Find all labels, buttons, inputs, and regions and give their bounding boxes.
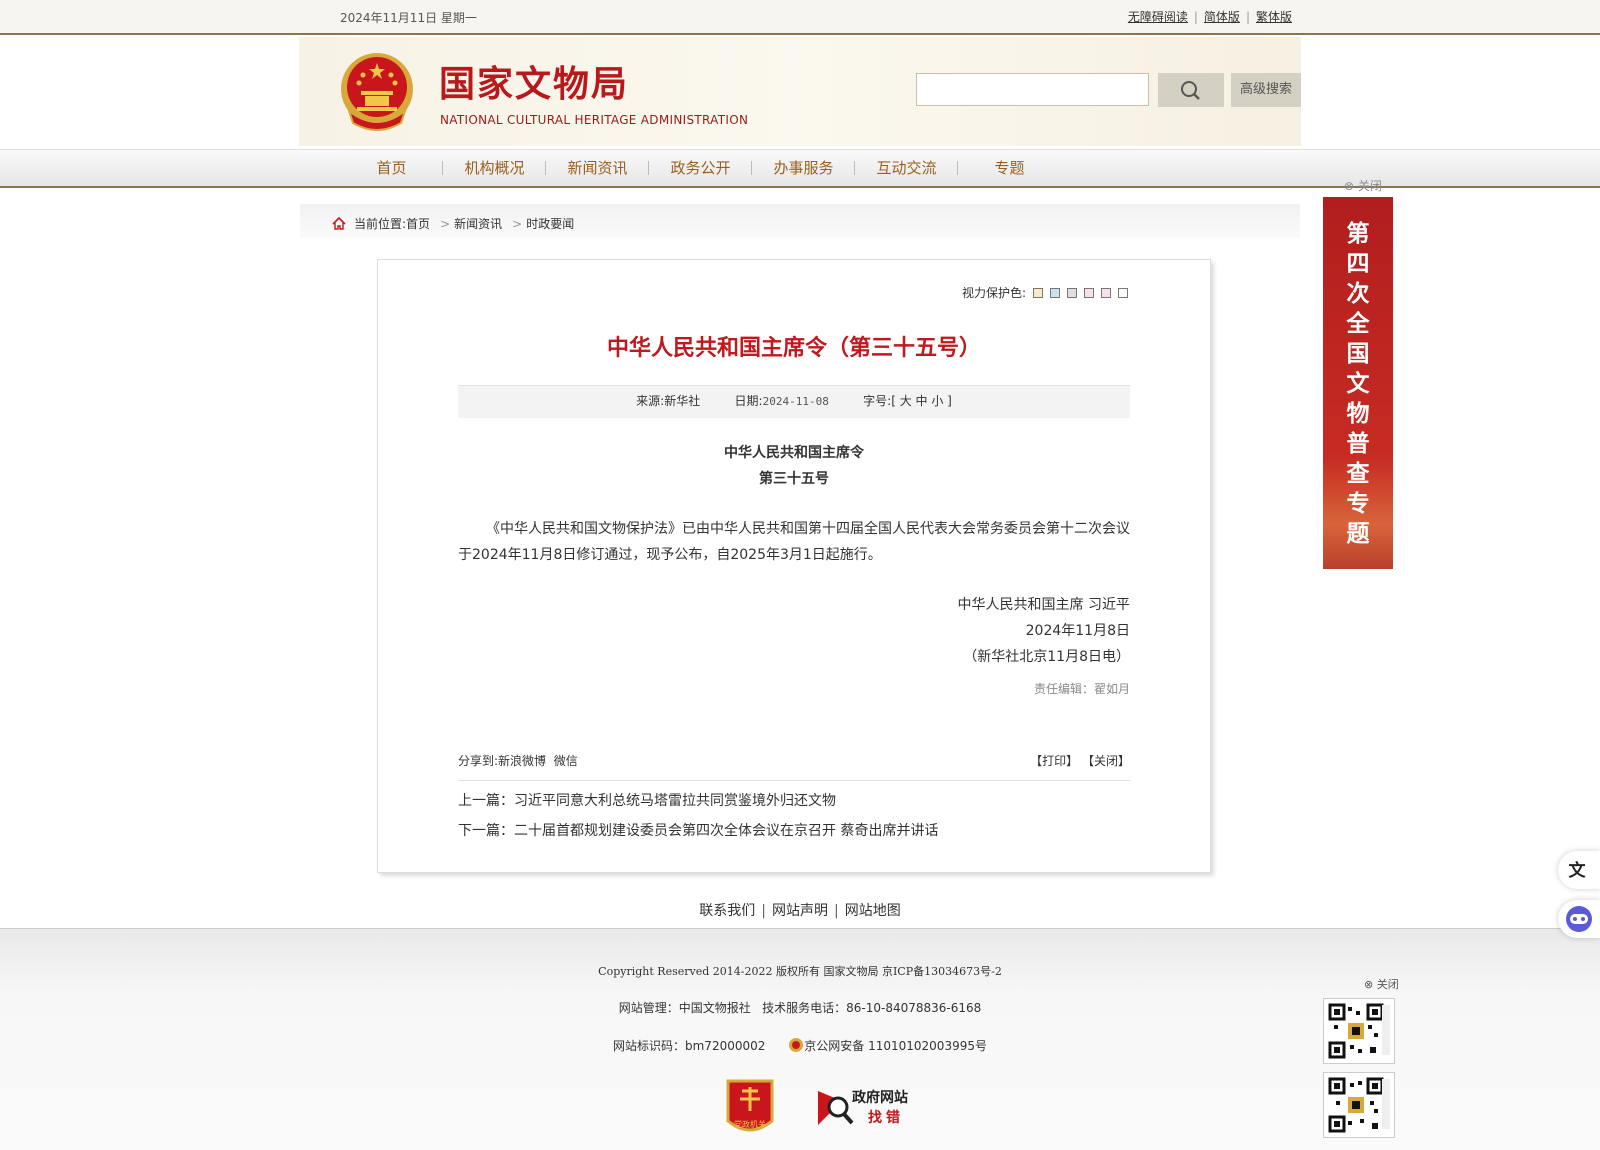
assistant-button[interactable] [1558,900,1600,938]
current-date: 2024年11月11日 星期一 [340,11,477,25]
accessible-reading-link[interactable]: 无障碍阅读 [1128,10,1188,24]
source-value: 新华社 [664,394,701,408]
search-icon [1181,81,1200,100]
party-badge-text: 党政机关 [734,1119,766,1129]
signature-name: 中华人民共和国主席 习近平 [957,597,1130,613]
nav-item[interactable]: 新闻资讯 [546,150,649,186]
date-value: 2024-11-08 [762,395,829,408]
sitemap-link[interactable]: 网站地图 [845,903,901,919]
share-weibo[interactable]: 新浪微博 [498,754,546,768]
vision-label: 视力保护色: [961,286,1026,300]
search-button[interactable] [1158,73,1224,107]
site-id: 网站标识码：bm72000002 [613,1039,766,1053]
qr-code-1 [1323,998,1395,1064]
share-label: 分享到: [458,754,499,768]
next-label: 下一篇： [458,823,514,839]
article-meta: 来源:新华社 日期:2024-11-08 字号:[ 大 中 小 ] [458,385,1130,418]
error-subtitle: 找错 [868,1110,904,1126]
chatbot-icon [1566,906,1592,932]
next-article-link[interactable]: 二十届首都规划建设委员会第四次全体会议在京召开 蔡奇出席并讲话 [514,823,938,839]
police-badge-icon [789,1038,804,1052]
qr-code-2 [1323,1072,1395,1138]
error-title: 政府网站 [852,1090,908,1106]
site-name[interactable]: 国家文物局 [439,55,629,107]
statement-link[interactable]: 网站声明 [772,903,828,919]
responsible-editor: 责任编辑：翟如月 [1033,682,1130,696]
prev-article-link[interactable]: 习近平同意大利总统马塔雷拉共同赏鉴境外归还文物 [514,793,836,809]
top-bar: 2024年11月11日 星期一 无障碍阅读 | 简体版 | 繁体版 [0,0,1600,35]
translate-icon: 文 [1569,860,1587,881]
gov-site-error-report[interactable]: 政府网站 找错 [816,1085,916,1131]
print-button[interactable]: 【打印】 [1030,754,1078,768]
footer-links: 联系我们 | 网站声明 | 网站地图 [699,903,901,919]
article-body: 《中华人民共和国文物保护法》已由中华人民共和国第十四届全国人民代表大会常务委员会… [458,521,1130,563]
translate-button[interactable]: 文 [1558,851,1600,889]
banner-text: 第四次全国文物普查专题 [1346,221,1370,547]
vision-color-swatch[interactable] [1050,287,1060,298]
nav-item[interactable]: 政务公开 [649,150,752,186]
font-size-options[interactable]: [ 大 中 小 ] [891,394,952,408]
nav-item[interactable]: 首页 [340,150,443,186]
nav-item[interactable]: 专题 [958,150,1061,186]
source-label: 来源: [636,394,665,408]
vision-color-swatch[interactable] [1084,287,1094,298]
signature-date: 2024年11月8日 [1025,623,1130,639]
breadcrumb-home[interactable]: 首页 [406,217,430,231]
service-phone: 技术服务电话：86-10-84078836-6168 [762,1001,982,1015]
vision-color-swatch[interactable] [1118,287,1128,298]
breadcrumb-news[interactable]: 新闻资讯 [454,217,502,231]
share-bar: 分享到:新浪微博 微信 【打印】 【关闭】 [458,752,1130,769]
vision-color-swatch[interactable] [1033,287,1043,298]
article-panel: 视力保护色: 中华人民共和国主席令（第三十五号） 来源:新华社 日期:2024-… [377,259,1211,873]
vision-color-swatch[interactable] [1101,287,1111,298]
nav-items: 首页 机构概况 新闻资讯 政务公开 办事服务 互动交流 专题 [340,150,1061,186]
close-button[interactable]: 【关闭】 [1082,754,1130,768]
font-size-label: 字号: [863,394,892,408]
simplified-link[interactable]: 简体版 [1204,10,1240,24]
site-header: 国家文物局 NATIONAL CULTURAL HERITAGE ADMINIS… [299,37,1301,146]
article-title: 中华人民共和国主席令（第三十五号） [606,336,981,361]
top-links: 无障碍阅读 | 简体版 | 繁体版 [1127,10,1292,24]
party-government-badge[interactable]: 党政机关 [724,1077,776,1139]
magnifier-flag-icon [818,1091,854,1125]
divider [458,780,1130,781]
advanced-search-button[interactable]: 高级搜索 [1231,73,1301,107]
traditional-link[interactable]: 繁体版 [1256,10,1292,24]
breadcrumb-bar: 当前位置:首页 > 新闻资讯 > 时政要闻 [300,204,1300,238]
vision-protection: 视力保护色: [962,284,1128,301]
svg-text:文: 文 [1569,860,1587,881]
copyright: Copyright Reserved 2014-2022 版权所有 国家文物局 … [598,965,1002,978]
contact-link[interactable]: 联系我们 [699,903,755,919]
prev-next: 上一篇：习近平同意大利总统马塔雷拉共同赏鉴境外归还文物 下一篇：二十届首都规划建… [458,786,1130,846]
police-record[interactable]: 京公网安备 11010102003995号 [804,1039,987,1053]
breadcrumb-label: 当前位置: [354,217,407,231]
site-manager: 网站管理：中国文物报社 [618,1001,751,1015]
article-content: 中华人民共和国主席令 第三十五号 《中华人民共和国文物保护法》已由中华人民共和国… [458,440,1130,702]
qr-close[interactable]: ⊗ 关闭 [1364,976,1399,992]
vision-color-swatch[interactable] [1067,287,1077,298]
census-special-banner[interactable]: 第四次全国文物普查专题 [1323,197,1393,569]
national-emblem-icon[interactable] [339,51,415,131]
nav-item[interactable]: 互动交流 [855,150,958,186]
nav-item[interactable]: 机构概况 [443,150,546,186]
side-banner-close[interactable]: ⊗ 关闭 [1344,177,1382,194]
qr-code-icon [1328,1003,1384,1059]
site-name-en: NATIONAL CULTURAL HERITAGE ADMINISTRATIO… [440,113,749,127]
nav-item[interactable]: 办事服务 [752,150,855,186]
decree-heading: 中华人民共和国主席令 [724,445,864,461]
signature-source: （新华社北京11月8日电） [963,649,1130,665]
share-wechat[interactable]: 微信 [554,754,578,768]
qr-code-icon [1328,1077,1384,1133]
breadcrumb: 当前位置:首页 > 新闻资讯 > 时政要闻 [332,215,574,232]
breadcrumb-current[interactable]: 时政要闻 [526,217,574,231]
prev-label: 上一篇： [458,793,514,809]
decree-number: 第三十五号 [759,471,829,487]
search-input[interactable] [916,73,1149,106]
home-icon [332,216,346,230]
date-label: 日期: [734,394,763,408]
